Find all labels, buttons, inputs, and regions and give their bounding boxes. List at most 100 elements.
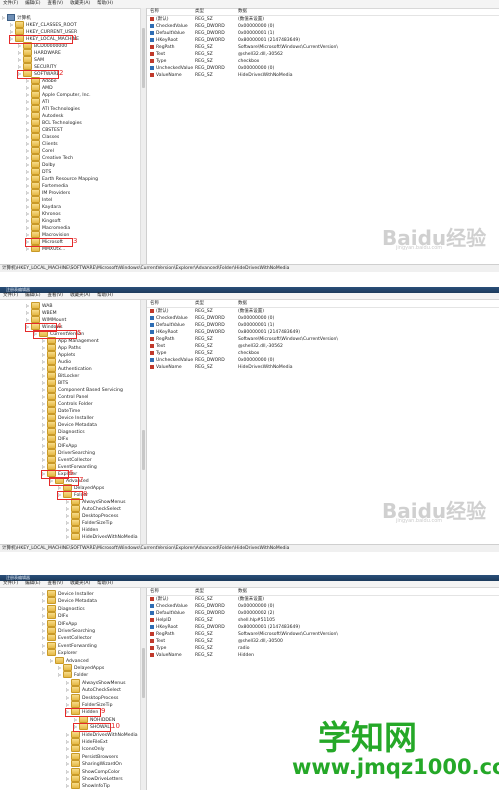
tree-scrollbar[interactable] xyxy=(140,8,146,272)
tree-node[interactable]: ▷ Intel xyxy=(26,196,52,203)
tree-node[interactable]: ▷ Controls Folder xyxy=(42,400,93,407)
tree-node[interactable]: ▷ Autodesk xyxy=(26,112,63,119)
menu-file[interactable]: 文件(F) xyxy=(3,293,18,299)
tree-node[interactable]: ▷ 计算机 xyxy=(2,14,31,21)
tree-node[interactable]: ▷ BITS xyxy=(42,379,68,386)
value-row[interactable]: (默认) REG_SZ (数值未设置) xyxy=(147,308,499,315)
tree-node[interactable]: ▷ Hidden xyxy=(66,526,98,533)
tree-scrollbar[interactable] xyxy=(140,300,146,552)
tree-node[interactable]: ▷ Device Metadata xyxy=(42,597,97,605)
tree-node[interactable]: ▷ DIFxApp xyxy=(42,442,77,449)
tree-node[interactable]: ▷ SharingWizardOn xyxy=(66,760,122,768)
tree-node[interactable]: ▷ PersistBrowsers xyxy=(66,752,118,760)
value-row[interactable]: (默认) REG_SZ (数值未设置) xyxy=(147,16,499,23)
tree-node[interactable]: ▷ DelayedApps xyxy=(58,664,104,671)
value-row[interactable]: HKeyRoot REG_DWORD 0x80000001 (2147483649) xyxy=(147,37,499,44)
menu-edit[interactable]: 编辑(E) xyxy=(25,293,40,299)
tree-node[interactable]: ▷ HKEY_CLASSES_ROOT xyxy=(10,21,77,28)
tree-node[interactable]: ▷ Macromedia xyxy=(26,224,70,231)
tree-node[interactable]: ▷ EventCollector xyxy=(42,456,92,463)
col-data-header[interactable]: 数据 xyxy=(238,8,499,15)
tree-node[interactable]: ▷ EventCollector xyxy=(42,634,92,642)
value-row[interactable]: RegPath REG_SZ Software\Microsoft\Windows\… xyxy=(147,631,499,638)
tree-node[interactable]: ▷ ShowInfoTip xyxy=(66,782,110,790)
tree-node[interactable]: ▷ Component Based Servicing xyxy=(42,386,123,393)
menu-help[interactable]: 帮助(H) xyxy=(97,581,113,587)
value-row[interactable]: RegPath REG_SZ Software\Microsoft\Windows\… xyxy=(147,44,499,51)
tree-node[interactable]: ▷ Applets xyxy=(42,351,75,358)
col-data-header[interactable]: 数据 xyxy=(238,588,499,595)
tree-node[interactable]: ▷ App Paths xyxy=(42,344,81,351)
col-name-header[interactable]: 名称 xyxy=(147,588,195,595)
tree-node[interactable]: ▷ DriverSearching xyxy=(42,627,95,634)
tree-node[interactable]: ▷ BitLocker xyxy=(42,372,79,379)
tree-node[interactable]: ▷ Audio xyxy=(42,358,71,365)
menu-help[interactable]: 帮助(H) xyxy=(97,293,113,299)
tree-node[interactable]: ▷ IM Providers xyxy=(26,189,70,196)
menu-file[interactable]: 文件(F) xyxy=(3,0,18,8)
value-row[interactable]: UncheckedValue REG_DWORD 0x00000000 (0) xyxy=(147,357,499,364)
tree-node[interactable]: ▷ ATI Technologies xyxy=(26,105,80,112)
tree-node[interactable]: ▷ Device Installer xyxy=(42,414,94,421)
tree-node[interactable]: ▷ Explorer xyxy=(42,649,77,657)
value-row[interactable]: (默认) REG_SZ (数值未设置) xyxy=(147,596,499,603)
value-row[interactable]: Text REG_SZ @shell32.dll,-30500 xyxy=(147,638,499,645)
tree-node[interactable]: ▷ Corel xyxy=(26,147,54,154)
value-row[interactable]: HKeyRoot REG_DWORD 0x80000001 (2147483649) xyxy=(147,624,499,631)
value-row[interactable]: HKeyRoot REG_DWORD 0x80000001 (2147483649) xyxy=(147,329,499,336)
menu-edit[interactable]: 编辑(E) xyxy=(25,581,40,587)
tree-node[interactable]: ▷ Authentication xyxy=(42,365,92,372)
tree-node[interactable]: ▷ Kaydara xyxy=(26,203,61,210)
value-row[interactable]: CheckedValue REG_DWORD 0x00000000 (0) xyxy=(147,603,499,610)
tree-node[interactable]: ▷ FolderSizeTip xyxy=(66,519,112,526)
value-row[interactable]: ValueName REG_SZ HideDrivesWithNoMedia xyxy=(147,364,499,371)
tree-node[interactable]: ▷ Folder xyxy=(58,671,88,679)
value-row[interactable]: DefaultValue REG_DWORD 0x00000002 (2) xyxy=(147,610,499,617)
value-row[interactable]: CheckedValue REG_DWORD 0x00000000 (0) xyxy=(147,23,499,30)
tree-node[interactable]: ▷ DesktopProcess xyxy=(66,512,118,519)
value-row[interactable]: HelpID REG_SZ shell.hlp#51105 xyxy=(147,617,499,624)
tree-node[interactable]: ▷ DIFx xyxy=(42,612,68,620)
tree-node[interactable]: ▷ AlwaysShowMenus xyxy=(66,678,126,686)
tree-node[interactable]: ▷ WAB xyxy=(26,302,53,309)
menu-edit[interactable]: 编辑(E) xyxy=(25,0,40,8)
tree-node[interactable]: ▷ Kingsoft xyxy=(26,217,61,224)
tree-node[interactable]: ▷ SAM xyxy=(18,56,44,63)
value-row[interactable]: Type REG_SZ radio xyxy=(147,645,499,652)
col-type-header[interactable]: 类型 xyxy=(195,8,238,15)
col-name-header[interactable]: 名称 xyxy=(147,8,195,15)
tree-node[interactable]: ▷ CBSTEST xyxy=(26,126,63,133)
tree-node[interactable]: ▷ BCL Technologies xyxy=(26,119,82,126)
tree-node[interactable]: ▷ Apple Computer, Inc. xyxy=(26,91,91,98)
tree-node[interactable]: ▷ Diagnostics xyxy=(42,428,85,435)
col-type-header[interactable]: 类型 xyxy=(195,588,238,595)
tree-node[interactable]: ▷ Earth Resource Mapping xyxy=(26,175,98,182)
tree-node[interactable]: ▷ DateTime xyxy=(42,407,80,414)
tree-node[interactable]: ▷ DIFx xyxy=(42,435,68,442)
value-row[interactable]: DefaultValue REG_DWORD 0x00000001 (1) xyxy=(147,322,499,329)
menu-view[interactable]: 查看(V) xyxy=(47,581,63,587)
tree-node[interactable]: ▷ EventForwarding xyxy=(42,641,97,649)
tree-scrollbar[interactable] xyxy=(140,588,146,790)
tree-node[interactable]: ▷ DriverSearching xyxy=(42,449,95,456)
tree-node[interactable]: ▷ Device Metadata xyxy=(42,421,97,428)
tree-node[interactable]: ▷ DesktopProcess xyxy=(66,693,118,701)
tree-node[interactable]: ▷ ShowCompColor xyxy=(66,767,120,775)
tree-node[interactable]: ▷ DIFxApp xyxy=(42,619,77,627)
menu-help[interactable]: 帮助(H) xyxy=(97,0,113,8)
tree-node[interactable]: ▷ WBEM xyxy=(26,309,57,316)
menu-view[interactable]: 查看(V) xyxy=(47,293,63,299)
tree-node[interactable]: ▷ DTS xyxy=(26,168,51,175)
tree-node[interactable]: ▷ Fortemedia xyxy=(26,182,68,189)
tree-node[interactable]: ▷ ShowDriveLetters xyxy=(66,775,123,782)
col-data-header[interactable]: 数据 xyxy=(238,300,499,307)
tree-node[interactable]: ▷ ATI xyxy=(26,98,49,105)
tree-node[interactable]: ▷ Control Panel xyxy=(42,393,88,400)
value-row[interactable]: ValueName REG_SZ HideDrivesWithNoMedia xyxy=(147,72,499,79)
menu-favorites[interactable]: 收藏夹(A) xyxy=(70,293,90,299)
value-row[interactable]: Type REG_SZ checkbox xyxy=(147,350,499,357)
tree-node[interactable]: ▷ Diagnostics xyxy=(42,604,85,612)
tree-node[interactable]: ▷ HideFileExt xyxy=(66,738,108,745)
tree-node[interactable]: ▷ Classes xyxy=(26,133,59,140)
menu-file[interactable]: 文件(F) xyxy=(3,581,18,587)
